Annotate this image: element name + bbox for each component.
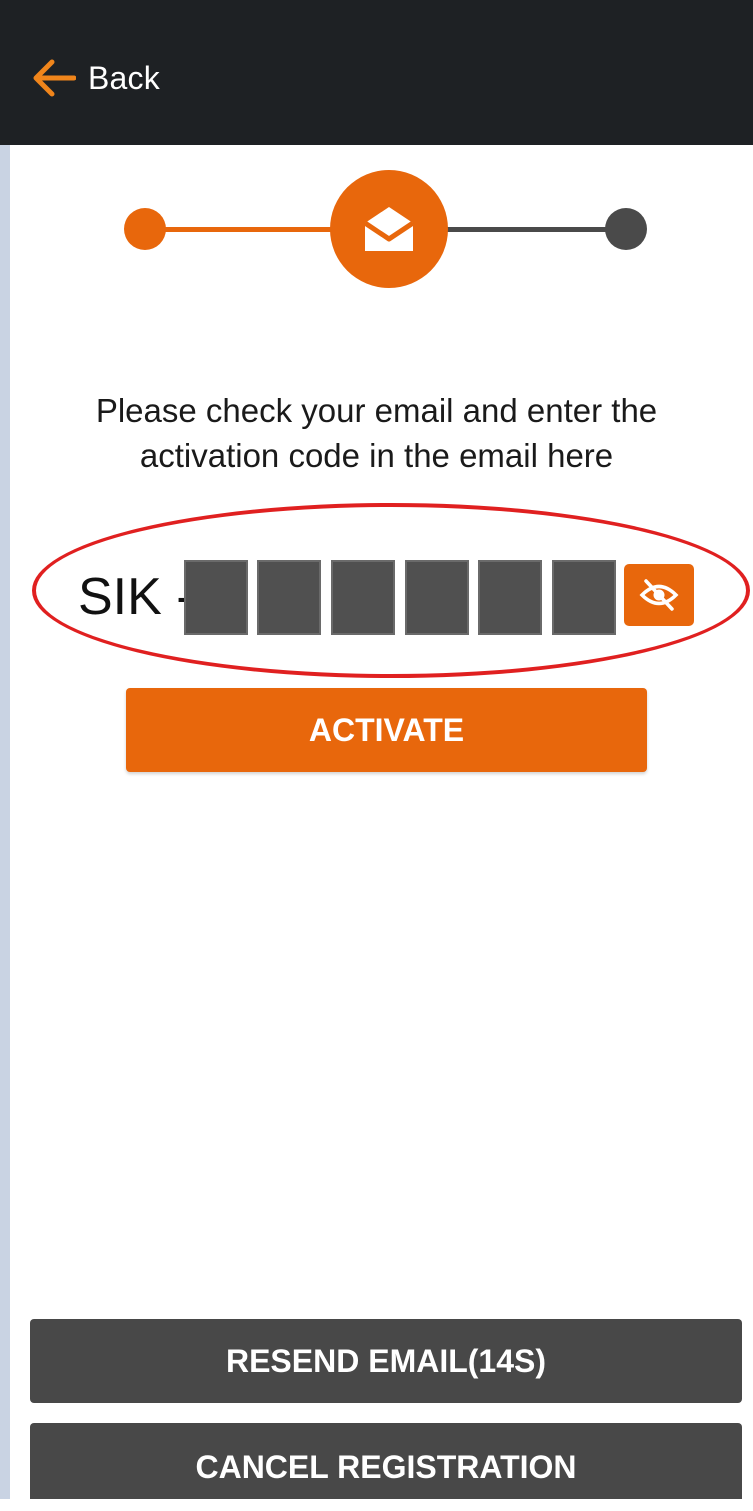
step-3-pending — [605, 208, 647, 250]
cancel-registration-button[interactable]: CANCEL REGISTRATION — [30, 1423, 742, 1499]
activate-button[interactable]: ACTIVATE — [126, 688, 647, 772]
eye-off-icon — [639, 579, 679, 611]
code-digit-input-6[interactable] — [552, 560, 616, 635]
instruction-text: Please check your email and enter the ac… — [20, 388, 733, 478]
open-envelope-icon — [363, 207, 415, 251]
activation-code-field: SIK - — [0, 560, 753, 640]
code-digit-input-5[interactable] — [478, 560, 542, 635]
instruction-line-2: activation code in the email here — [139, 437, 614, 474]
code-digit-input-2[interactable] — [257, 560, 321, 635]
code-digit-input-1[interactable] — [184, 560, 248, 635]
progress-stepper — [0, 0, 753, 330]
code-digit-input-3[interactable] — [331, 560, 395, 635]
step-2-current — [330, 170, 448, 288]
code-digit-input-4[interactable] — [405, 560, 469, 635]
toggle-visibility-button[interactable] — [624, 564, 694, 626]
code-prefix: SIK - — [78, 568, 194, 626]
resend-email-button[interactable]: RESEND EMAIL(14S) — [30, 1319, 742, 1403]
step-1-complete — [124, 208, 166, 250]
instruction-line-1: Please check your email and enter the — [95, 392, 658, 429]
